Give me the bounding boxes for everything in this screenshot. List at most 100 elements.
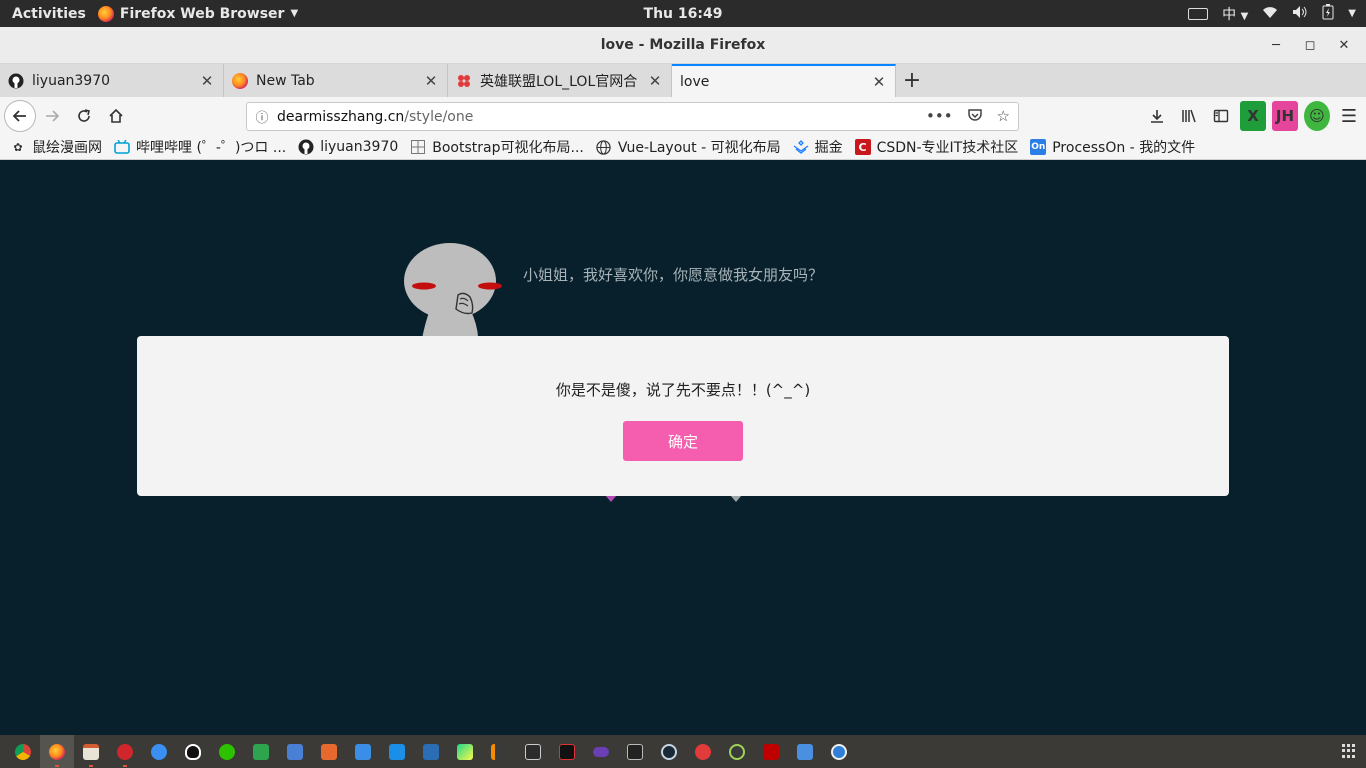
idea-launcher[interactable]	[720, 735, 754, 768]
arrow-left-icon	[12, 110, 26, 122]
bookmark-bootstrap-layout[interactable]: Bootstrap可视化布局...	[410, 137, 584, 157]
frog-extension-icon[interactable]: ☺	[1304, 101, 1330, 131]
xunlei-icon	[389, 743, 405, 760]
close-tab-icon[interactable]: ✕	[199, 72, 215, 90]
excel-extension-icon[interactable]: X	[1240, 101, 1266, 131]
files-launcher[interactable]	[74, 735, 108, 768]
wechat-launcher[interactable]	[210, 735, 244, 768]
qq-launcher[interactable]	[176, 735, 210, 768]
sidebar-icon[interactable]	[1208, 101, 1234, 131]
home-button[interactable]	[100, 100, 132, 132]
app-menu[interactable]: Firefox Web Browser ▼	[97, 5, 299, 22]
close-tab-icon[interactable]: ✕	[647, 72, 663, 90]
terminal-icon	[525, 743, 541, 760]
bookmark-label: ProcessOn - 我的文件	[1052, 140, 1196, 156]
tasks-launcher[interactable]	[788, 735, 822, 768]
close-window-button[interactable]: ✕	[1332, 33, 1356, 57]
sheets-icon	[253, 743, 269, 760]
filezilla-launcher[interactable]	[754, 735, 788, 768]
bookmark-github[interactable]: liyuan3970	[298, 139, 398, 155]
sublime-icon	[491, 743, 507, 760]
chrome-launcher[interactable]	[6, 735, 40, 768]
confirm-button[interactable]: 确定	[623, 421, 743, 461]
bookmark-star-icon[interactable]: ☆	[997, 107, 1010, 127]
ssh-launcher[interactable]	[550, 735, 584, 768]
baidu-netdisk-launcher[interactable]	[346, 735, 380, 768]
vr-launcher[interactable]	[584, 735, 618, 768]
processon-icon: On	[1030, 139, 1047, 155]
firefox-icon	[49, 743, 65, 760]
keyboard-icon[interactable]	[1188, 7, 1209, 20]
tab-new-tab[interactable]: New Tab ✕	[224, 64, 448, 97]
info-icon[interactable]: ⓘ	[247, 107, 277, 126]
bookmark-label: liyuan3970	[320, 139, 399, 155]
xunlei-launcher[interactable]	[380, 735, 414, 768]
activities-button[interactable]: Activities	[0, 6, 98, 22]
reload-button[interactable]	[68, 100, 100, 132]
presentation-launcher[interactable]	[312, 735, 346, 768]
download-icon[interactable]	[1144, 101, 1170, 131]
show-applications-icon[interactable]	[1342, 744, 1356, 758]
close-tab-icon[interactable]: ✕	[871, 73, 887, 91]
decorative-heart-fragment	[605, 495, 617, 502]
tab-label: love	[680, 73, 710, 90]
bookmark-bilibili[interactable]: 哔哩哔哩 (゜-゜)つロ ...	[114, 137, 286, 157]
chevron-down-icon: ▼	[290, 8, 299, 19]
update-launcher[interactable]	[822, 735, 856, 768]
jh-extension-icon[interactable]: JH	[1272, 101, 1298, 131]
bookmark-label: 鼠绘漫画网	[32, 140, 102, 156]
sheets-launcher[interactable]	[244, 735, 278, 768]
firefox-launcher[interactable]	[40, 735, 74, 768]
files-icon	[83, 743, 99, 760]
chevron-down-icon[interactable]: ▼	[1348, 8, 1356, 19]
tab-github[interactable]: liyuan3970 ✕	[0, 64, 224, 97]
close-tab-icon[interactable]: ✕	[423, 72, 439, 90]
bookmark-vue-layout[interactable]: Vue-Layout - 可视化布局	[596, 137, 781, 157]
bilibili-icon	[114, 139, 130, 155]
tab-love[interactable]: love ✕	[672, 64, 896, 97]
menu-icon[interactable]: ☰	[1336, 101, 1362, 131]
url-bar[interactable]: ⓘ dearmisszhang.cn/style/one ••• ☆	[246, 102, 1019, 131]
new-tab-button[interactable]: +	[896, 64, 928, 97]
tab-lol[interactable]: 英雄联盟LOL_LOL官网合 ✕	[448, 64, 672, 97]
bookmark-juejin[interactable]: 掘金	[793, 137, 843, 157]
writer-launcher[interactable]	[278, 735, 312, 768]
love-question-text: 小姐姐，我好喜欢你，你愿意做我女朋友吗？	[523, 266, 824, 284]
close-circle-icon	[695, 743, 711, 760]
page-actions-icon[interactable]: •••	[926, 107, 953, 127]
page-content: 小姐姐，我好喜欢你，你愿意做我女朋友吗？ 你是不是傻，说了先不要点！！(^_^)…	[0, 161, 1366, 735]
pycharm-icon	[457, 743, 473, 760]
minimize-button[interactable]: ─	[1264, 33, 1288, 57]
bookmark-csdn[interactable]: C CSDN-专业IT技术社区	[854, 137, 1018, 157]
wifi-icon[interactable]	[1262, 5, 1278, 23]
tab-label: New Tab	[256, 72, 315, 89]
vscode-icon	[423, 743, 439, 760]
toolbar-right: X JH ☺ ☰	[1144, 101, 1362, 131]
console-launcher[interactable]	[618, 735, 652, 768]
bookmark-ishuhui[interactable]: ✿ 鼠绘漫画网	[10, 137, 102, 157]
pycharm-launcher[interactable]	[448, 735, 482, 768]
pocket-icon[interactable]	[967, 107, 983, 127]
vscode-launcher[interactable]	[414, 735, 448, 768]
terminal-launcher[interactable]	[516, 735, 550, 768]
filezilla-icon	[763, 743, 779, 760]
maximize-button[interactable]: ◻	[1298, 33, 1322, 57]
netease-music-launcher[interactable]	[108, 735, 142, 768]
bookmark-processon[interactable]: On ProcessOn - 我的文件	[1030, 137, 1195, 157]
input-method-menu[interactable]: 中 ▼	[1222, 4, 1248, 24]
cloud-launcher[interactable]	[142, 735, 176, 768]
close-circle-launcher[interactable]	[686, 735, 720, 768]
volume-icon[interactable]	[1292, 5, 1308, 23]
system-top-bar: Activities Firefox Web Browser ▼ Thu 16:…	[0, 0, 1366, 27]
update-icon	[831, 743, 847, 760]
forward-button[interactable]	[36, 100, 68, 132]
library-icon[interactable]	[1176, 101, 1202, 131]
back-button[interactable]	[4, 100, 36, 132]
chevron-down-icon: ▼	[1240, 10, 1249, 22]
sublime-launcher[interactable]	[482, 735, 516, 768]
window-title-bar: love - Mozilla Firefox ─ ◻ ✕	[0, 27, 1366, 64]
steam-launcher[interactable]	[652, 735, 686, 768]
ssh-icon	[559, 743, 575, 760]
battery-icon[interactable]	[1322, 3, 1334, 24]
vr-icon	[593, 746, 609, 757]
